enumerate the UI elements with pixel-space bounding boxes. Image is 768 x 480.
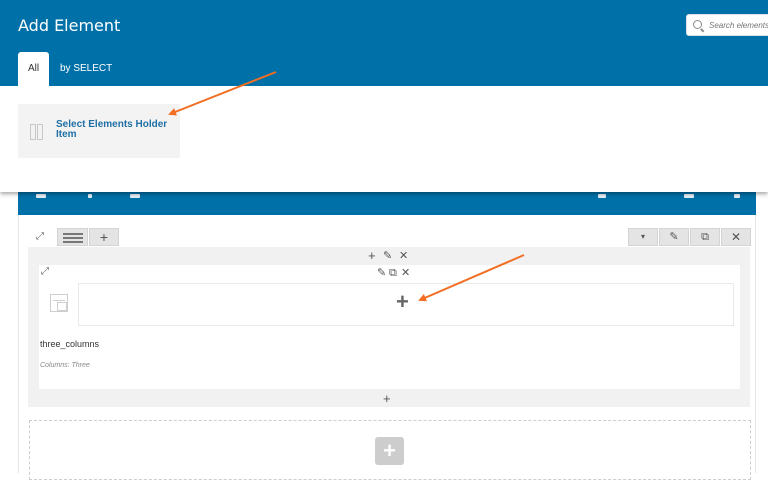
column-close-icon[interactable]: ✕: [401, 267, 410, 280]
add-row-button[interactable]: +: [375, 437, 404, 465]
row-edit-icon[interactable]: ✎: [383, 250, 392, 263]
toolbar-icon[interactable]: [598, 194, 606, 198]
modal-title: Add Element: [18, 16, 121, 35]
column-edit-icon[interactable]: ✎: [377, 267, 386, 280]
row-expand-icon[interactable]: ⤢: [36, 231, 48, 243]
element-card-label[interactable]: Select Elements Holder Item: [56, 120, 178, 140]
add-row-below-icon[interactable]: +: [383, 392, 391, 405]
row-edit-button[interactable]: ✎: [659, 228, 689, 246]
row-clone-button[interactable]: ⧉: [690, 228, 720, 246]
column-expand-icon[interactable]: ⤢: [41, 266, 53, 278]
builder-toolbar: [18, 192, 756, 215]
column-layout-icon: [50, 294, 68, 312]
tab-by-select[interactable]: by SELECT: [60, 52, 112, 86]
row-add-button[interactable]: +: [89, 228, 119, 246]
search-icon: [693, 20, 702, 29]
search-box[interactable]: [686, 14, 768, 36]
add-element-icon[interactable]: +: [396, 291, 409, 313]
row-drag-handle[interactable]: [57, 228, 88, 246]
row-add-icon[interactable]: +: [368, 249, 376, 262]
tab-all[interactable]: All: [18, 52, 49, 86]
row-delete-button[interactable]: ✕: [721, 228, 751, 246]
holder-icon: [30, 124, 43, 140]
row-close-icon[interactable]: ✕: [399, 250, 408, 263]
modal-header: [0, 0, 768, 86]
toolbar-icon[interactable]: [36, 194, 46, 198]
toolbar-icon[interactable]: [734, 194, 740, 198]
toolbar-icon[interactable]: [88, 194, 92, 198]
column-description: Columns: Three: [40, 362, 90, 369]
row-options-dropdown[interactable]: ▾: [628, 228, 658, 246]
toolbar-icon[interactable]: [684, 194, 694, 198]
column-name: three_columns: [40, 339, 100, 349]
column-clone-icon[interactable]: ⧉: [389, 267, 397, 280]
toolbar-icon[interactable]: [130, 194, 140, 198]
add-element-modal: Add Element All by SELECT Select Element…: [0, 0, 768, 192]
search-input[interactable]: [709, 17, 768, 33]
